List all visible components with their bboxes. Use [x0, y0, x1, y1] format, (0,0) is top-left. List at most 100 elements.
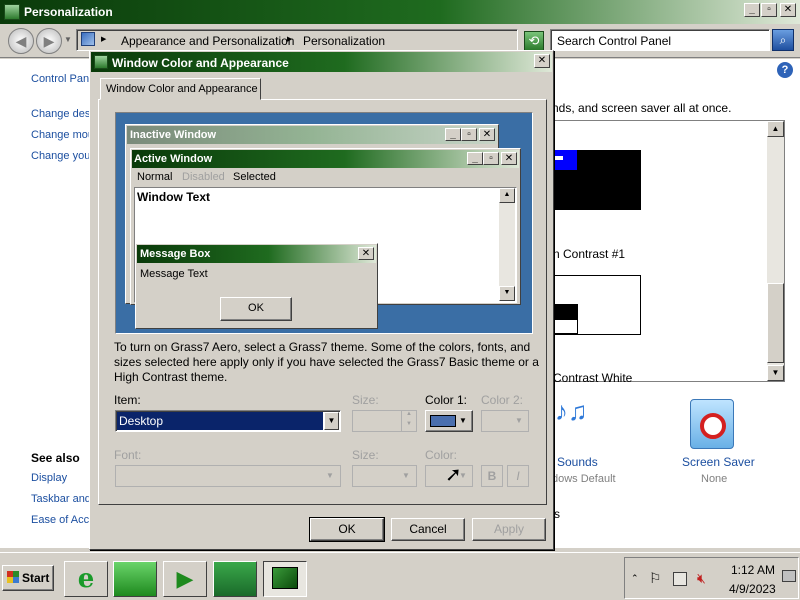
dialog-close-button[interactable]: ✕	[534, 54, 550, 68]
search-box[interactable]: Search Control Panel	[550, 29, 770, 51]
preview-window	[551, 150, 577, 170]
minimize-icon: _	[445, 128, 461, 141]
see-also-link[interactable]: Display	[31, 472, 67, 484]
message-box-title: Message Box	[140, 248, 211, 260]
start-button[interactable]: Start	[2, 565, 54, 591]
start-label: Start	[22, 571, 50, 585]
clock-date[interactable]: 4/9/2023	[729, 582, 776, 596]
left-link[interactable]: Change you	[31, 150, 90, 162]
theme-label: n Contrast #1	[553, 247, 626, 261]
dialog-title-bar[interactable]: Window Color and Appearance ✕	[91, 52, 552, 72]
left-link[interactable]: Change des	[31, 108, 90, 120]
cp-title: Personalization	[24, 5, 113, 19]
screen-saver-subtext: None	[701, 473, 728, 485]
message-box-title-bar: Message Box ✕	[137, 245, 376, 263]
control-panel-icon	[81, 32, 95, 46]
close-icon: ✕	[358, 247, 374, 260]
address-bar[interactable]: ▶ Appearance and Personalization ▶ Perso…	[76, 29, 518, 51]
maximize-button[interactable]: ▫	[761, 3, 777, 17]
font-size-select: ▼	[352, 465, 417, 487]
color1-swatch	[430, 415, 456, 427]
action-center-flag-icon[interactable]: ⚐	[649, 570, 662, 587]
taskbar: Start e ▶ ⌃ ⚐ 🔇︎ 1:12 AM 4/9/2023	[0, 552, 800, 600]
close-icon: ✕	[501, 152, 517, 165]
spin-down-icon: ▼	[401, 421, 416, 431]
system-tray: ⌃ ⚐ 🔇︎ 1:12 AM 4/9/2023	[624, 557, 799, 599]
scroll-down-button[interactable]: ▼	[767, 365, 784, 381]
italic-button: I	[507, 465, 529, 487]
color1-picker[interactable]: ▼	[425, 410, 473, 432]
search-button[interactable]: ⌕	[772, 29, 794, 51]
window-text: Window Text	[137, 190, 210, 204]
theme-list[interactable]: n Contrast #1 Contrast White ▲ ▼	[551, 120, 785, 382]
help-icon[interactable]: ?	[777, 62, 793, 78]
close-button[interactable]: ✕	[780, 3, 796, 17]
item-select-value: Desktop	[117, 412, 323, 430]
refresh-button[interactable]: ⟲	[524, 31, 544, 51]
breadcrumb-arrow-icon[interactable]: ▶	[101, 35, 106, 43]
description-text: nds, and screen saver all at once.	[552, 101, 732, 115]
forward-button[interactable]: ▶	[36, 28, 62, 54]
chevron-down-icon[interactable]: ▼	[324, 412, 339, 430]
no-entry-icon	[700, 413, 726, 439]
minimize-button[interactable]: _	[744, 3, 760, 17]
theme-list-scrollbar[interactable]: ▲ ▼	[767, 121, 784, 381]
search-input[interactable]: Search Control Panel	[557, 34, 671, 48]
tab-label: Window Color and Appearance	[106, 83, 258, 95]
sounds-subtext: dows Default	[552, 473, 616, 485]
info-text: To turn on Grass7 Aero, select a Grass7 …	[114, 340, 539, 384]
font-label: Font:	[114, 448, 142, 462]
file-explorer-icon[interactable]	[113, 561, 157, 597]
media-player-icon[interactable]: ▶	[163, 561, 207, 597]
tab-panel: Inactive Window _ ▫ ✕ Active Window _ ▫ …	[98, 99, 547, 505]
maximize-icon: ▫	[461, 128, 477, 141]
item-label: Item:	[114, 393, 141, 407]
show-desktop-icon[interactable]	[782, 570, 796, 582]
see-also-link[interactable]: Ease of Acc	[31, 514, 89, 526]
ok-button[interactable]: OK	[309, 517, 385, 542]
clock-time[interactable]: 1:12 AM	[731, 563, 775, 577]
theme-preview-high-contrast-1[interactable]	[551, 150, 641, 210]
control-panel-taskbar-icon[interactable]	[213, 561, 257, 597]
message-text: Message Text	[140, 268, 208, 280]
scroll-thumb[interactable]	[767, 283, 784, 363]
sounds-link[interactable]: Sounds	[557, 455, 598, 469]
apply-button[interactable]: Apply	[472, 518, 546, 541]
tray-expand-icon[interactable]: ⌃	[631, 573, 639, 584]
item-select[interactable]: Desktop ▼	[115, 410, 341, 432]
breadcrumb-arrow-icon[interactable]: ▶	[287, 35, 292, 43]
left-link[interactable]: Change mou	[31, 129, 94, 141]
windows-logo-icon	[7, 571, 19, 583]
breadcrumb-item[interactable]: Appearance and Personalization	[121, 34, 294, 48]
chevron-down-icon: ▼	[515, 416, 523, 425]
personalization-taskbar-icon[interactable]	[263, 561, 307, 597]
font-select: ▼	[115, 465, 341, 487]
chevron-down-icon: ▼	[459, 416, 467, 425]
appearance-preview[interactable]: Inactive Window _ ▫ ✕ Active Window _ ▫ …	[115, 112, 533, 334]
back-button[interactable]: ◀	[8, 28, 34, 54]
chevron-down-icon: ▼	[402, 471, 410, 480]
color2-picker: ▼	[481, 410, 529, 432]
scroll-up-button[interactable]: ▲	[767, 121, 784, 137]
see-also-heading: See also	[31, 451, 80, 465]
active-title-bar: Active Window _ ▫ ✕	[132, 150, 519, 168]
active-title: Active Window	[134, 153, 213, 165]
internet-explorer-icon[interactable]: e	[64, 561, 108, 597]
theme-preview-high-contrast-white[interactable]	[551, 275, 641, 335]
breadcrumb-item[interactable]: Personalization	[303, 34, 385, 48]
left-link[interactable]: Control Pan	[31, 73, 89, 85]
history-dropdown-icon[interactable]: ▼	[64, 35, 72, 44]
see-also-link[interactable]: Taskbar and	[31, 493, 91, 505]
screen-saver-link[interactable]: Screen Saver	[682, 455, 755, 469]
tab-window-color[interactable]: Window Color and Appearance	[100, 78, 261, 100]
window-color-dialog: Window Color and Appearance ✕ Window Col…	[89, 50, 554, 550]
maximize-icon: ▫	[483, 152, 499, 165]
network-icon[interactable]	[673, 572, 687, 586]
message-box-preview[interactable]: Message Box ✕ Message Text OK	[135, 243, 378, 329]
cp-title-bar[interactable]: Personalization _ ▫ ✕	[0, 0, 800, 24]
cancel-button[interactable]: Cancel	[391, 518, 465, 541]
preview-bar	[552, 304, 578, 320]
sounds-icon[interactable]: ♪♫	[555, 398, 599, 447]
volume-muted-icon[interactable]: 🔇︎	[697, 570, 706, 587]
bold-button: B	[481, 465, 503, 487]
